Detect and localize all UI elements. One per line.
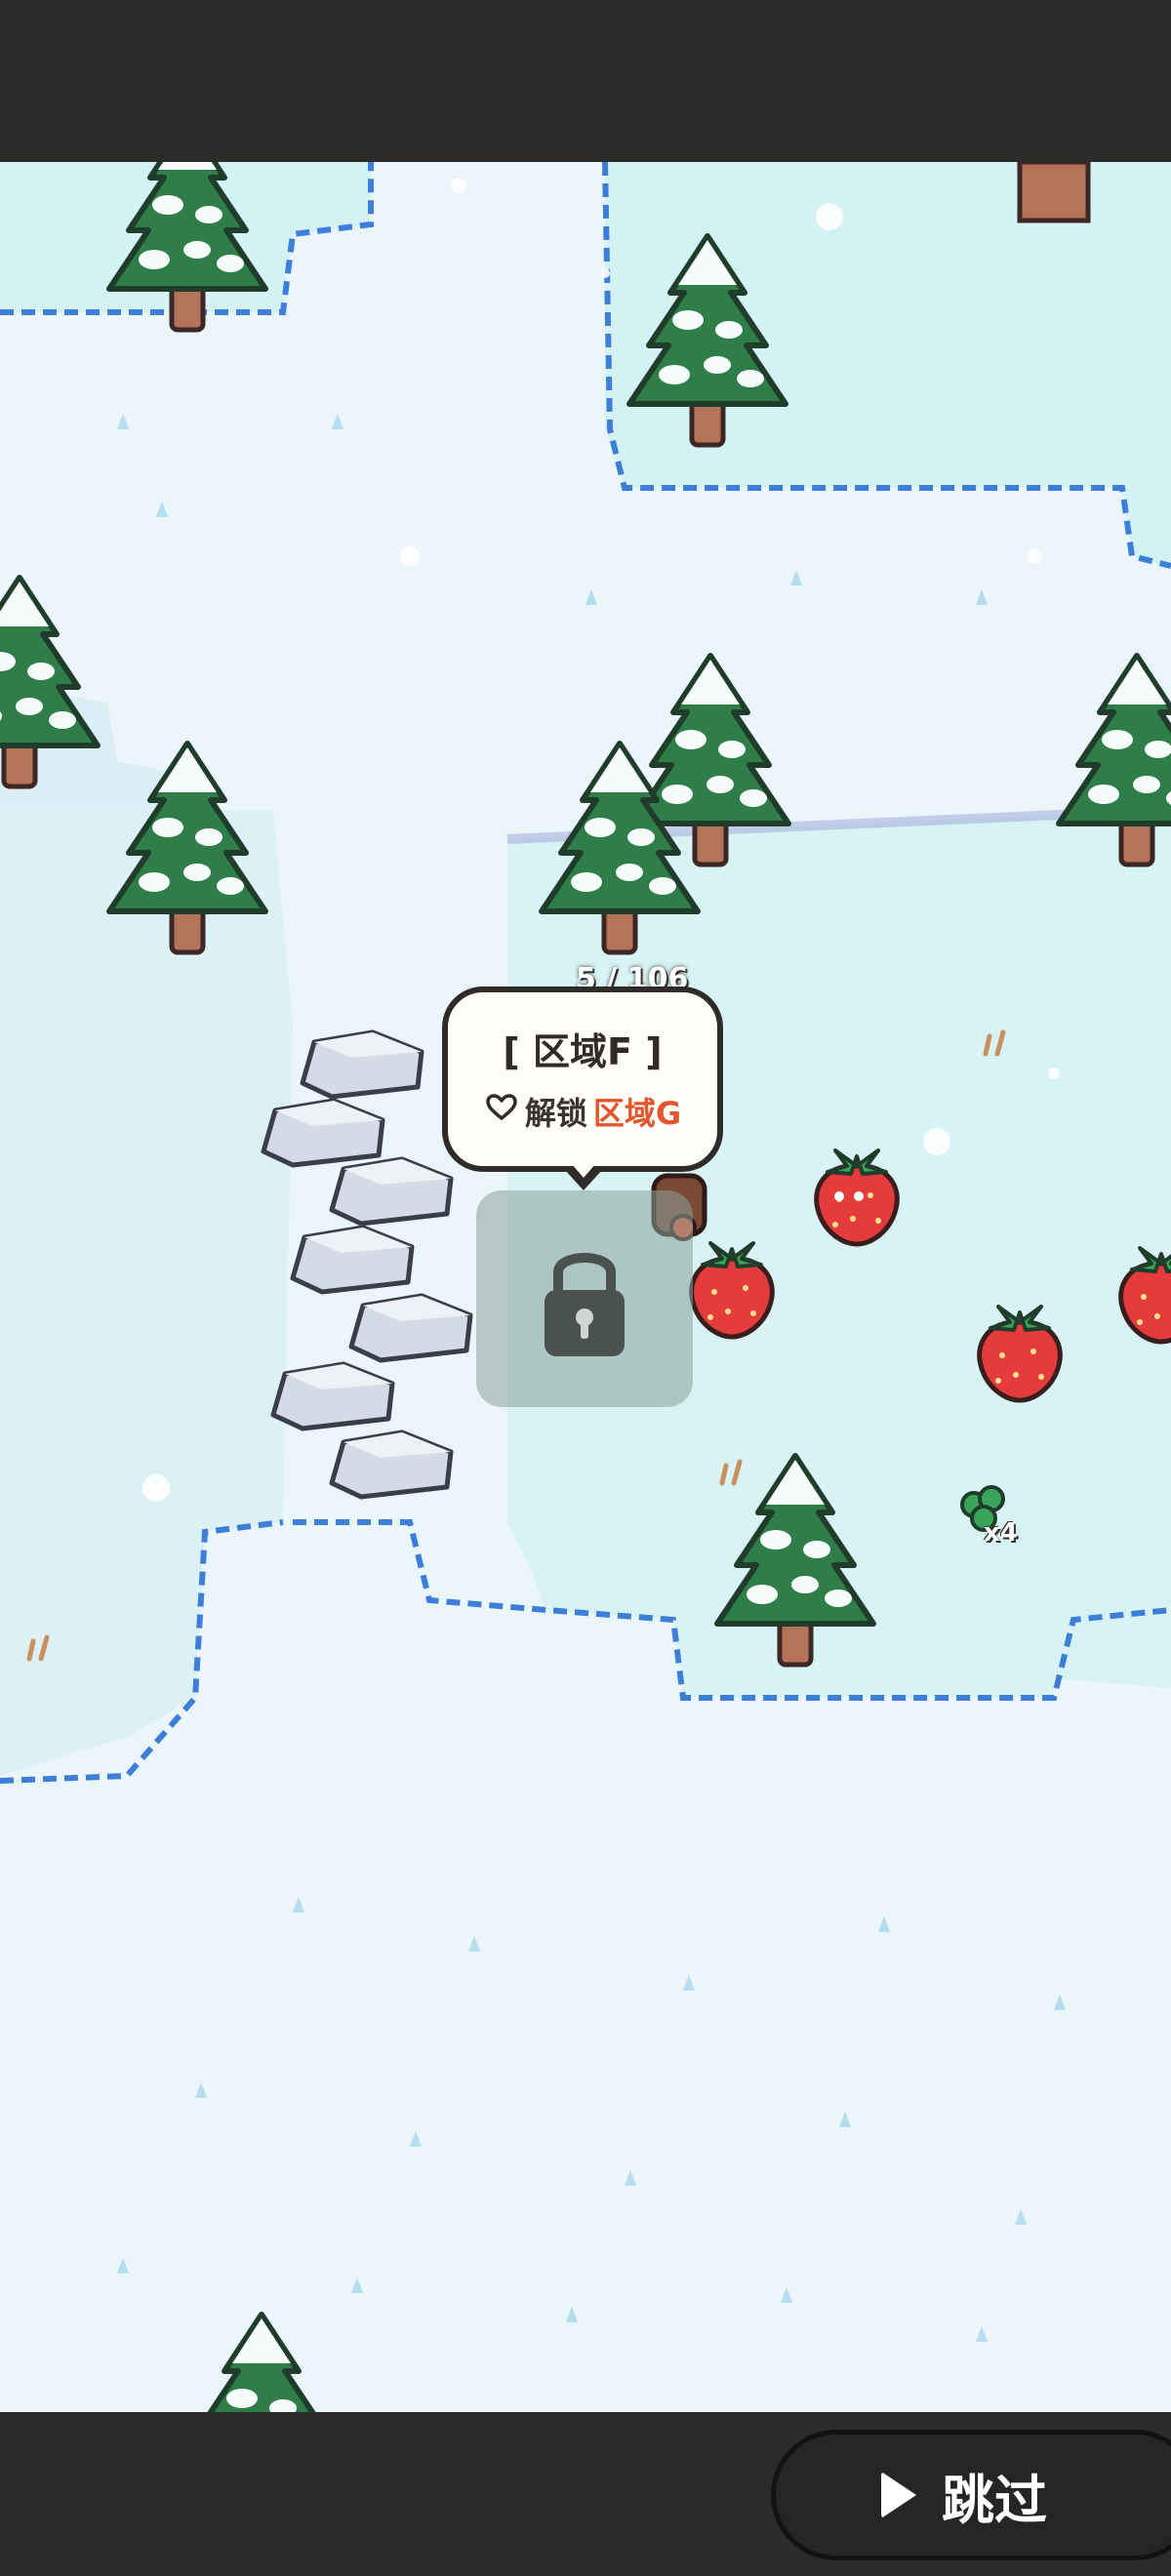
heart-outline-icon [484, 1093, 519, 1130]
unlock-prefix: 解锁 [524, 1095, 587, 1132]
zone-title: [ 区域F ] [503, 1030, 663, 1073]
game-world[interactable] [0, 162, 1171, 2412]
unlock-row: 解锁 区域G [448, 1089, 717, 1134]
skip-button[interactable]: 跳过 [771, 2430, 1171, 2560]
zone-info-popup[interactable]: [ 区域F ] 解锁 区域G [442, 986, 723, 1172]
drop-quantity-label: x4 [984, 1518, 1018, 1548]
skip-label: 跳过 [942, 2469, 1047, 2531]
popup-pointer [564, 1163, 603, 1190]
play-icon [881, 2472, 916, 2518]
unlock-target: 区域G [592, 1095, 682, 1132]
top-bar [0, 0, 1171, 162]
lock-icon [545, 1253, 625, 1356]
locked-zone-tile[interactable] [476, 1190, 693, 1407]
